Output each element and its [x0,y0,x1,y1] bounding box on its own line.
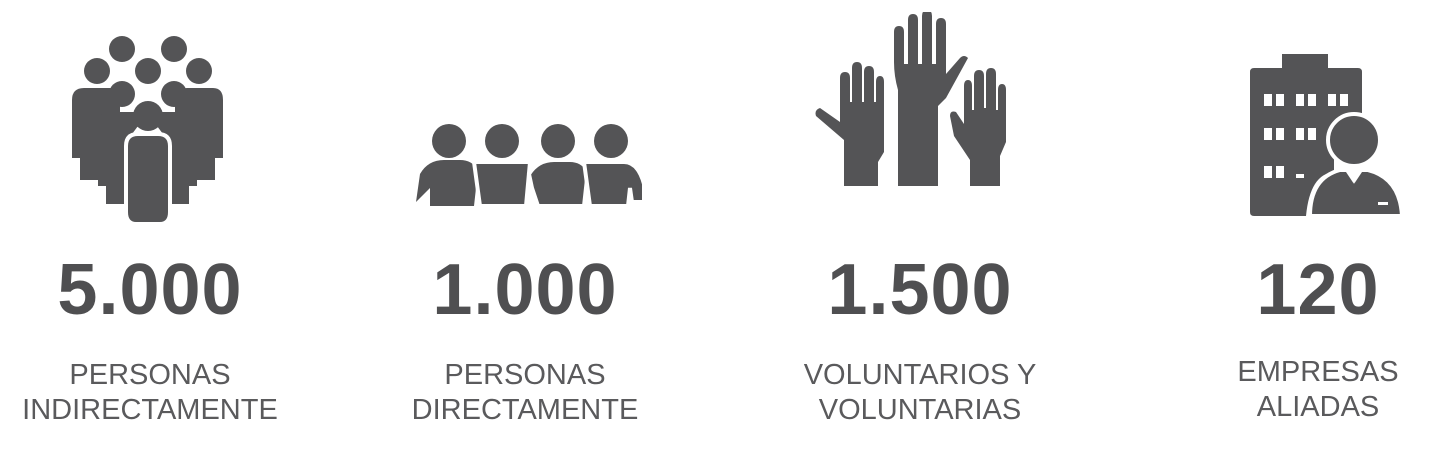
stat-label-line1: EMPRESAS [1237,356,1399,388]
building-with-businessman-icon [1250,54,1404,216]
stat-label: PERSONAS INDIRECTAMENTE [0,358,300,428]
stat-label: VOLUNTARIOS Y VOLUNTARIAS [780,358,1060,428]
stat-label: PERSONAS DIRECTAMENTE [380,358,670,428]
stat-label-line2: ALIADAS [1256,391,1380,423]
stat-value: 120 [1256,250,1380,330]
stat-value: 5.000 [57,250,243,330]
stat-label-line1: PERSONAS [444,359,606,391]
crowd-icon [70,34,225,226]
stat-label-line2: INDIRECTAMENTE [22,394,278,426]
stat-partner-companies: 120 EMPRESAS ALIADAS [1200,0,1436,460]
stat-volunteers: 1.500 VOLUNTARIOS Y VOLUNTARIAS [780,0,1060,460]
group-of-four-people-icon [414,122,646,208]
stat-value: 1.000 [432,250,618,330]
stat-direct-people: 1.000 PERSONAS DIRECTAMENTE [380,0,670,460]
raised-hands-icon [814,12,1024,186]
stat-label-line2: VOLUNTARIAS [818,394,1022,426]
stat-value: 1.500 [827,250,1013,330]
stat-label-line2: DIRECTAMENTE [411,394,639,426]
stat-label-line1: VOLUNTARIOS Y [803,359,1037,391]
stat-label: EMPRESAS ALIADAS [1200,355,1436,425]
stat-indirect-people: 5.000 PERSONAS INDIRECTAMENTE [0,0,300,460]
stat-label-line1: PERSONAS [69,359,231,391]
